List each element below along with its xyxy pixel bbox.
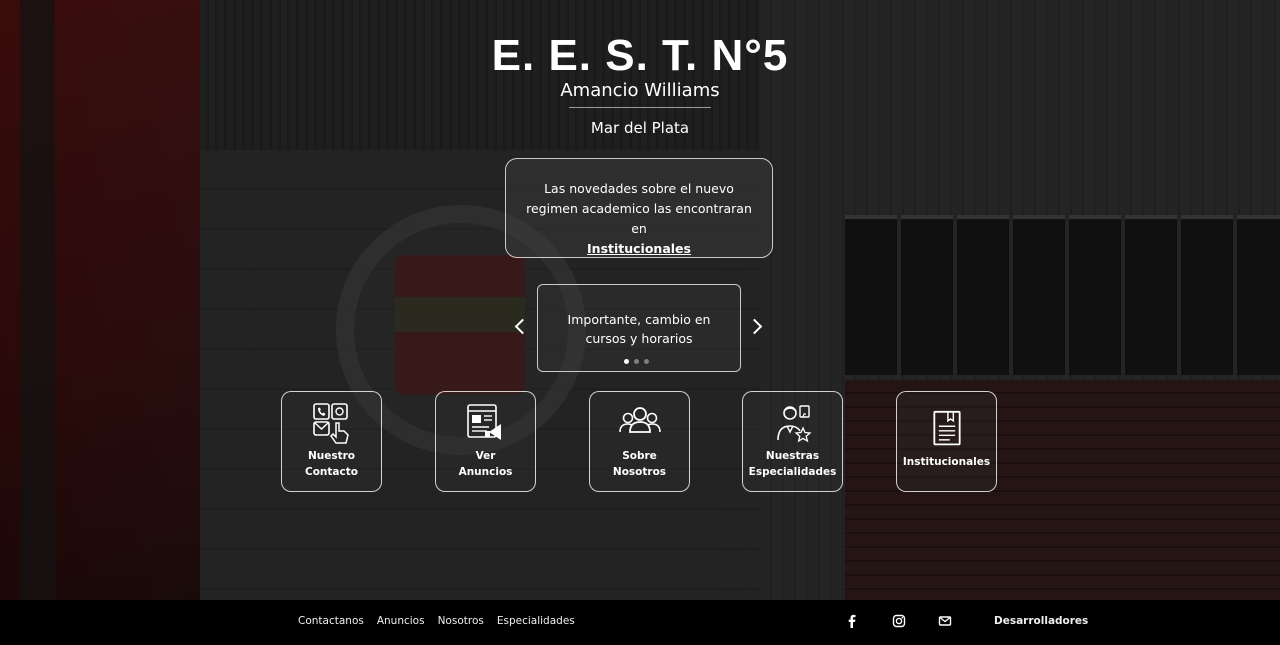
footer-link-nosotros[interactable]: Nosotros xyxy=(438,615,484,627)
people-icon xyxy=(618,407,661,433)
tile-nuestro-contacto[interactable]: Nuestro Contacto xyxy=(281,391,382,492)
site-footer: Contactanos Anuncios Nosotros Especialid… xyxy=(0,600,1280,645)
tile-label-line1: Sobre xyxy=(622,450,657,462)
tile-label-line1: Institucionales xyxy=(902,456,991,468)
tile-label-line1: Nuestras xyxy=(765,450,820,462)
tile-label-line2: Nosotros xyxy=(612,466,667,478)
mail-icon[interactable] xyxy=(938,614,952,628)
footer-link-especialidades[interactable]: Especialidades xyxy=(497,615,575,627)
site-city: Mar del Plata xyxy=(590,119,690,137)
specialties-icon xyxy=(776,405,812,443)
document-icon xyxy=(932,410,961,446)
carousel-dot-1[interactable] xyxy=(624,359,629,364)
facebook-icon[interactable] xyxy=(845,614,859,628)
title-divider xyxy=(569,107,711,108)
announcements-icon xyxy=(466,404,501,440)
tile-ver-anuncios[interactable]: Ver Anuncios xyxy=(435,391,536,492)
carousel-dot-2[interactable] xyxy=(634,359,639,364)
footer-link-anuncios[interactable]: Anuncios xyxy=(377,615,425,627)
tile-sobre-nosotros[interactable]: Sobre Nosotros xyxy=(589,391,690,492)
notice-card: Las novedades sobre el nuevo regimen aca… xyxy=(505,158,773,258)
carousel-next-button[interactable] xyxy=(746,316,768,338)
tile-label-line2: Especialidades xyxy=(748,466,837,478)
site-header: E. E. S. T. N°5 Amancio Williams Mar del… xyxy=(0,30,1280,137)
carousel-prev-button[interactable] xyxy=(510,316,532,338)
carousel-dot-3[interactable] xyxy=(644,359,649,364)
carousel-slide-line1: Importante, cambio en xyxy=(567,312,711,327)
site-title: E. E. S. T. N°5 xyxy=(491,31,789,80)
chevron-right-icon xyxy=(746,318,763,335)
tile-label-line1: Ver xyxy=(475,450,496,462)
notice-text: Las novedades sobre el nuevo regimen aca… xyxy=(526,181,752,236)
tile-institucionales[interactable]: Institucionales xyxy=(896,391,997,492)
instagram-icon[interactable] xyxy=(892,614,906,628)
site-subtitle: Amancio Williams xyxy=(560,80,720,101)
footer-link-contactanos[interactable]: Contactanos xyxy=(298,615,364,627)
contact-icon xyxy=(312,403,349,444)
tile-label-line1: Nuestro xyxy=(307,450,356,462)
tile-label-line2: Contacto xyxy=(305,466,358,478)
carousel-slide-line2: cursos y horarios xyxy=(585,331,693,346)
tile-label-line2: Anuncios xyxy=(458,466,513,478)
footer-nav: Contactanos Anuncios Nosotros Especialid… xyxy=(298,615,575,627)
carousel-indicators xyxy=(624,359,649,364)
notice-link-institucionales[interactable]: Institucionales xyxy=(587,241,691,256)
chevron-left-icon xyxy=(514,318,531,335)
footer-link-desarrolladores[interactable]: Desarrolladores xyxy=(994,615,1088,627)
tile-nuestras-especialidades[interactable]: Nuestras Especialidades xyxy=(742,391,843,492)
